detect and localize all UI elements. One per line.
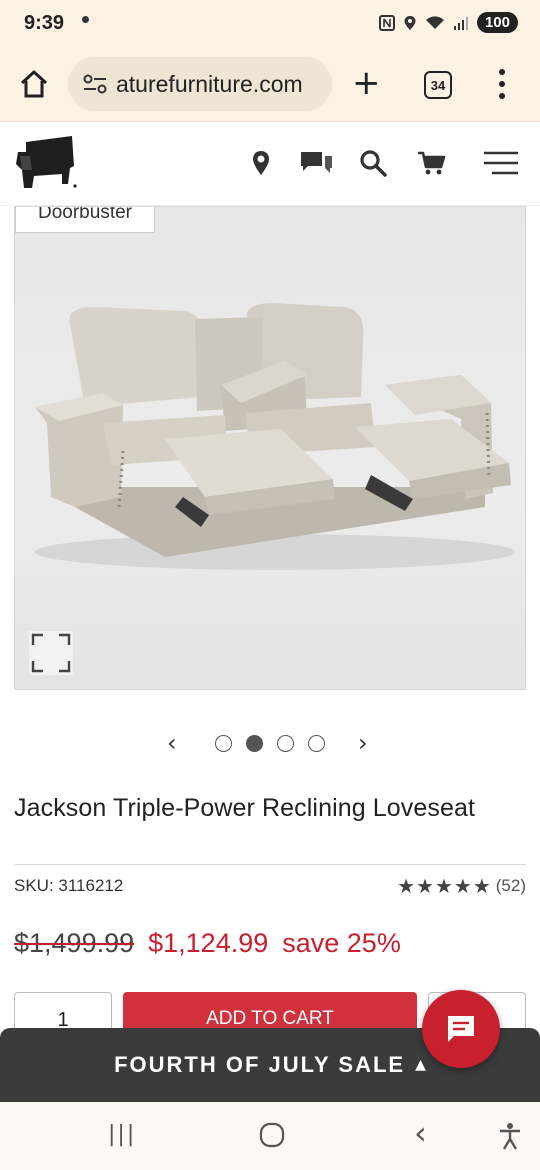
battery-indicator: 100 [476,12,518,33]
product-sku: SKU: 3116212 [14,876,124,895]
status-icons: 100 [378,12,518,33]
image-carousel-nav: ‹ › [0,730,540,758]
tab-switcher-button[interactable]: 34 [424,71,452,99]
recents-button[interactable]: ||| [108,1122,136,1147]
search-icon[interactable] [358,148,388,178]
caret-up-icon: ▲ [415,1057,426,1073]
savings-text: save 25% [282,928,401,958]
chat-icon[interactable] [298,148,334,178]
original-price: $1,499.99 [14,928,135,958]
wifi-icon [425,15,444,29]
browser-menu-button[interactable] [498,69,506,99]
home-button[interactable] [259,1122,285,1148]
home-icon[interactable] [18,68,50,100]
product-title: Jackson Triple-Power Reclining Loveseat [14,794,476,822]
cart-icon[interactable] [416,148,446,178]
carousel-next-button[interactable]: › [358,730,368,756]
browser-toolbar: aturefurniture.com + 34 [0,50,540,122]
product-rating[interactable]: ★★★★★ (52) [397,874,526,898]
divider [14,864,526,865]
review-count[interactable]: (52) [496,876,526,896]
status-time: 9:39 [24,12,65,34]
carousel-prev-button[interactable]: ‹ [167,730,177,756]
site-header [0,122,540,206]
price-block: $1,499.99 $1,124.99 save 25% [14,928,401,959]
chair-logo-icon[interactable] [14,134,78,192]
accessibility-icon[interactable] [498,1122,522,1150]
nfc-icon [378,14,395,31]
carousel-dot-3[interactable] [277,735,294,752]
url-text: aturefurniture.com [116,70,303,97]
chat-button[interactable] [422,990,500,1068]
back-button[interactable]: ‹ [414,1114,427,1152]
sale-banner-text: FOURTH OF JULY SALE [114,1052,406,1077]
location-icon [404,15,416,30]
signal-icon [453,16,468,30]
expand-image-button[interactable] [29,631,73,675]
address-bar[interactable]: aturefurniture.com [68,57,332,111]
site-settings-icon[interactable] [82,73,108,95]
carousel-dot-2[interactable] [246,735,263,752]
status-bar: 9:39 100 [0,0,540,50]
hamburger-menu-icon[interactable] [482,148,520,178]
product-image[interactable]: Doorbuster [14,206,526,690]
new-tab-button[interactable]: + [352,66,381,100]
android-navigation-bar: ||| ‹ [0,1102,540,1170]
sale-price: $1,124.99 [148,928,269,958]
carousel-dot-4[interactable] [308,735,325,752]
fullscreen-icon [31,633,71,673]
star-rating-icon: ★★★★★ [397,874,492,898]
doorbuster-badge: Doorbuster [15,207,155,233]
notification-dot [82,16,89,23]
location-pin-icon[interactable] [246,148,276,178]
carousel-dot-1[interactable] [215,735,232,752]
chat-bubble-icon [448,1016,474,1042]
loveseat-image [35,303,515,570]
